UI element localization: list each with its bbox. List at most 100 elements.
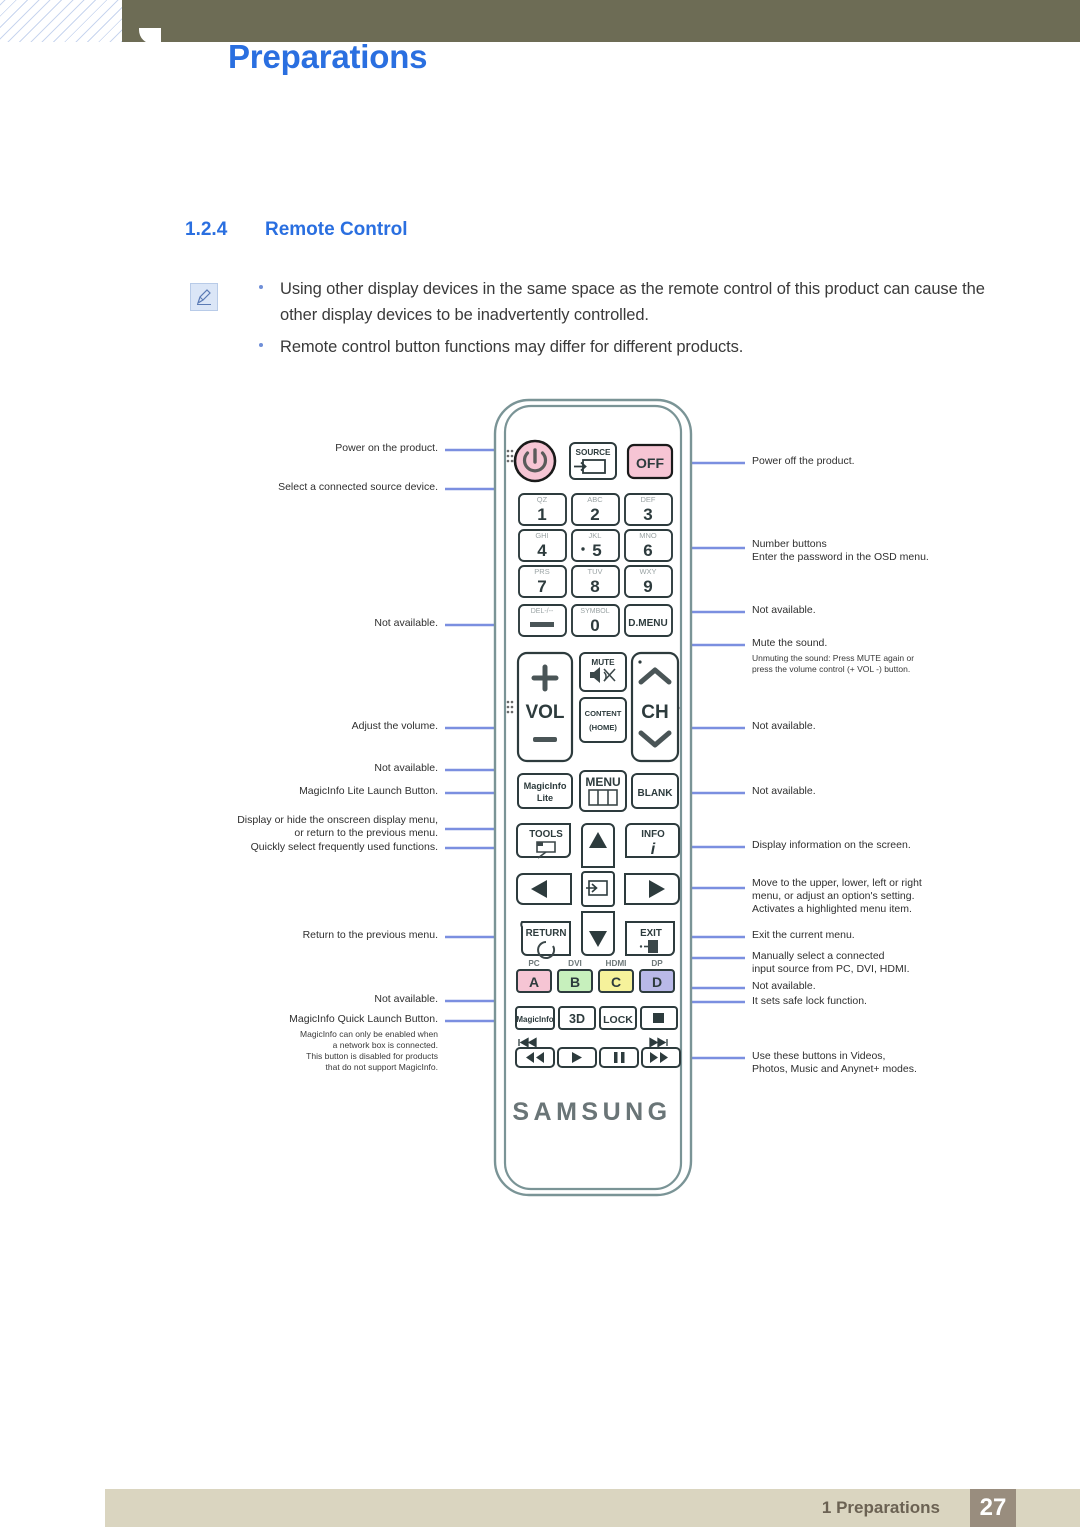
color-button-d[interactable]: DP D (639, 959, 675, 993)
callout-left-not-available-1: Not available. (374, 617, 438, 629)
media-buttons[interactable] (515, 1037, 681, 1068)
number-5-label: 5 (592, 541, 601, 560)
number-button-7[interactable]: PRS 7 (518, 565, 567, 598)
number-8-sub: TUV (588, 567, 603, 576)
color-buttons[interactable]: PC A DVI B HDMI C DP D (516, 959, 675, 993)
magicinfo-button[interactable]: MagicInfo (515, 1006, 555, 1030)
callout-dots (507, 445, 687, 1063)
callout-left-magicinfo-note: MagicInfo can only be enabled when a net… (300, 1029, 438, 1072)
volume-rocker[interactable]: VOL (516, 651, 574, 763)
blank-button[interactable]: BLANK (631, 773, 679, 809)
color-c-label: C (611, 974, 621, 990)
dpad-down-button[interactable] (581, 911, 615, 956)
dpad-left-button[interactable] (516, 873, 572, 905)
color-button-b[interactable]: DVI B (557, 959, 593, 993)
info-button[interactable]: INFO i (625, 823, 680, 858)
threed-button[interactable]: 3D (558, 1006, 596, 1030)
callout-right-not-available-1: Not available. (752, 604, 816, 616)
number-button-4[interactable]: GHI 4 (518, 529, 567, 562)
number-0-label: 0 (590, 616, 599, 635)
channel-rocker[interactable]: CH (630, 651, 680, 763)
number-button-0[interactable]: SYMBOL 0 (571, 604, 620, 637)
return-button[interactable]: RETURN (520, 921, 571, 959)
dmenu-label: D.MENU (628, 618, 667, 629)
fast-forward-icon (650, 1052, 668, 1063)
dpad-up-button[interactable] (581, 823, 615, 868)
source-button[interactable]: SOURCE (569, 442, 617, 480)
home-label: (HOME) (589, 723, 617, 732)
off-button[interactable]: OFF (626, 443, 674, 480)
number-button-8[interactable]: TUV 8 (571, 565, 620, 598)
magicinfo-lite-button[interactable]: MagicInfo Lite (517, 773, 573, 809)
dmenu-button[interactable]: D.MENU (624, 604, 673, 637)
callout-right-not-available-2: Not available. (752, 720, 816, 732)
play-button[interactable] (557, 1047, 597, 1068)
callout-right-mute-note: Unmuting the sound: Press MUTE again or … (752, 653, 915, 674)
number-1-label: 1 (537, 505, 546, 524)
note-pencil-glyph (196, 289, 211, 305)
color-button-c[interactable]: HDMI C (598, 959, 634, 993)
dpad-right-button[interactable] (624, 873, 680, 905)
callout-right-mute: Mute the sound. (752, 637, 828, 649)
number-button-2[interactable]: ABC 2 (571, 493, 620, 526)
number-button-3[interactable]: DEF 3 (624, 493, 673, 526)
number-button-1[interactable]: QZ 1 (518, 493, 567, 526)
enter-icon (588, 880, 608, 896)
up-arrow-icon (589, 832, 607, 848)
number-9-label: 9 (643, 577, 652, 596)
rewind-button[interactable] (515, 1047, 555, 1068)
dpad-cluster[interactable] (516, 823, 680, 956)
content-label: CONTENT (585, 709, 622, 718)
menu-label: MENU (585, 775, 620, 789)
menu-grid-icon (588, 789, 618, 806)
volume-down-icon (533, 737, 557, 742)
ch-label: CH (641, 702, 668, 723)
power-button[interactable] (513, 439, 557, 483)
bullet-icon (259, 343, 263, 347)
number-7-sub: PRS (534, 567, 549, 576)
fast-forward-button[interactable] (641, 1047, 681, 1068)
pause-button[interactable] (599, 1047, 639, 1068)
rewind-icon (526, 1052, 544, 1063)
number-5-nub (581, 547, 585, 551)
source-label: SOURCE (575, 448, 611, 457)
menu-button[interactable]: MENU (579, 770, 627, 812)
dash-icon (530, 622, 554, 627)
color-a-label: A (529, 974, 539, 990)
del-sub-label: DEL-/-- (531, 608, 554, 615)
down-arrow-icon (589, 931, 607, 947)
number-button-9[interactable]: WXY 9 (624, 565, 673, 598)
callout-right-number-buttons: Number buttons Enter the password in the… (752, 538, 929, 563)
callout-lines (445, 448, 745, 1060)
callout-left-magicinfo-quick: MagicInfo Quick Launch Button. (289, 1013, 438, 1025)
tools-button[interactable]: TOOLS (516, 823, 571, 859)
exit-button[interactable]: EXIT (625, 921, 675, 956)
callout-left-return: Return to the previous menu. (302, 929, 438, 941)
mute-button[interactable]: MUTE (579, 652, 627, 692)
number-button-6[interactable]: MNO 6 (624, 529, 673, 562)
return-arrow-icon (537, 941, 556, 959)
content-home-button[interactable]: CONTENT (HOME) (579, 697, 627, 743)
number-8-label: 8 (590, 577, 599, 596)
dpad-enter-button[interactable] (581, 871, 615, 907)
callout-left-magicinfo-lite: MagicInfo Lite Launch Button. (299, 785, 438, 797)
del-button[interactable]: DEL-/-- (518, 604, 567, 637)
number-pad[interactable]: QZ 1 ABC 2 DEF 3 GHI 4 JKL 5 MNO 6 PRS 7… (518, 493, 673, 637)
color-button-a[interactable]: PC A (516, 959, 552, 993)
stop-icon (653, 1013, 664, 1023)
callout-left-not-available-2: Not available. (374, 762, 438, 774)
lock-button[interactable]: LOCK (599, 1006, 637, 1030)
number-button-5[interactable]: JKL 5 (571, 529, 620, 562)
pause-icon (614, 1052, 625, 1063)
right-arrow-icon (649, 880, 665, 898)
callout-right-not-available-4: Not available. (752, 980, 816, 992)
magicinfo-lite-label-1: MagicInfo (524, 781, 567, 791)
note-item: Using other display devices in the same … (245, 276, 1025, 328)
color-d-label: D (652, 974, 662, 990)
number-4-sub: GHI (535, 531, 548, 540)
number-4-label: 4 (537, 541, 547, 560)
callout-left-power-on: Power on the product. (335, 442, 438, 454)
stop-button[interactable] (640, 1006, 678, 1030)
threed-label: 3D (569, 1012, 585, 1026)
section-number: 1.2.4 (185, 219, 228, 240)
